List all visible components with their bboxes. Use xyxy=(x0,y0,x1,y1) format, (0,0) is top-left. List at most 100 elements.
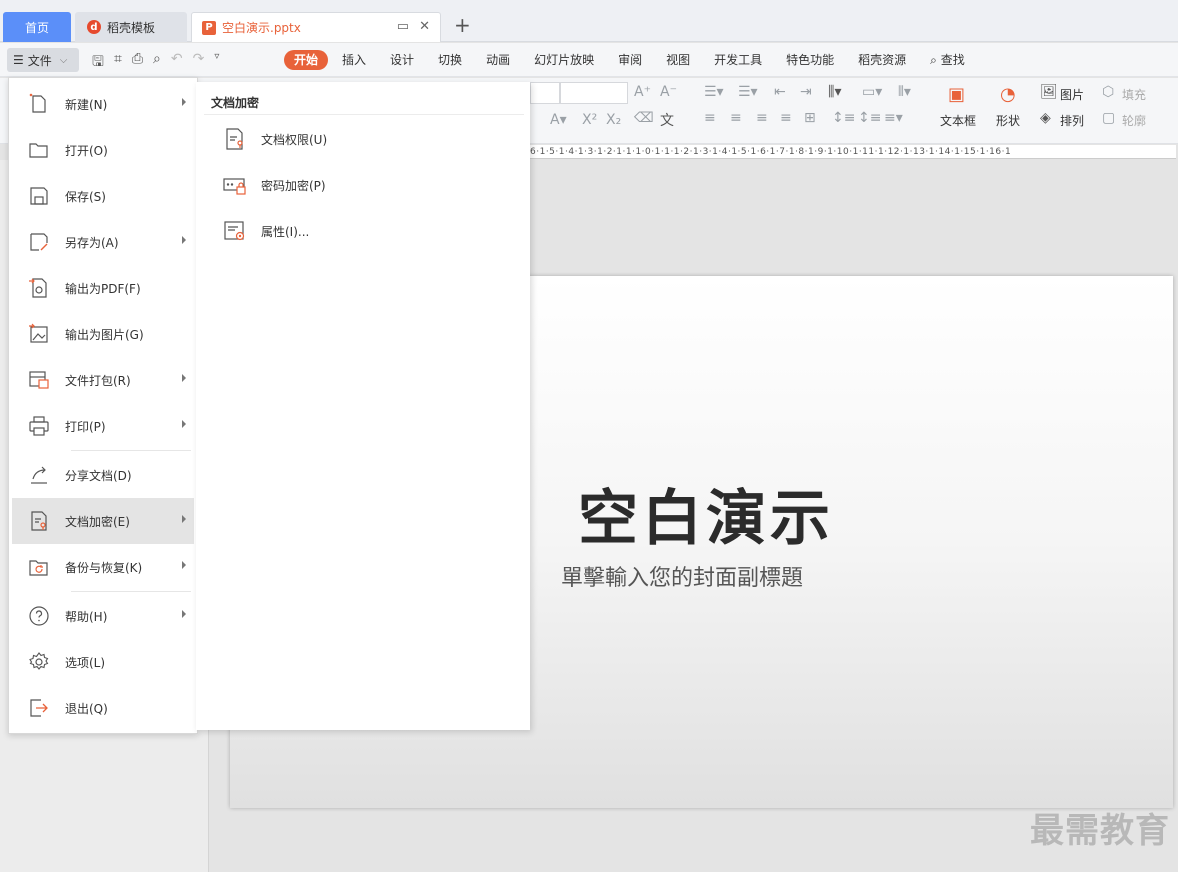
file-menu-new[interactable]: 新建(N) xyxy=(12,81,194,127)
menu-developer[interactable]: 开发工具 xyxy=(702,50,774,70)
file-menu-share[interactable]: 分享文档(D) xyxy=(12,452,194,498)
tab-template[interactable]: d 稻壳模板 xyxy=(75,12,187,42)
phonetic-icon[interactable]: 文 xyxy=(660,110,674,130)
font-name-select[interactable] xyxy=(530,82,560,104)
menu-animation[interactable]: 动画 xyxy=(474,50,522,70)
settings-icon xyxy=(27,650,51,674)
align-right-icon[interactable]: ≡ xyxy=(756,110,768,126)
file-menu-label: 文件 xyxy=(27,53,52,68)
tab-home[interactable]: 首页 xyxy=(3,12,71,42)
grow-font-icon[interactable]: A⁺ xyxy=(634,84,651,100)
menu-view[interactable]: 视图 xyxy=(654,50,702,70)
shape-label: 形状 xyxy=(996,114,1021,128)
file-menu-share-label: 分享文档(D) xyxy=(65,468,132,483)
justify-icon[interactable]: ≡ xyxy=(780,110,792,126)
slide-title[interactable]: 空白演示 xyxy=(578,470,834,557)
shrink-font-icon[interactable]: A⁻ xyxy=(660,84,677,100)
clear-format-icon[interactable]: ⌫ xyxy=(634,110,654,126)
menu-transition[interactable]: 切换 xyxy=(426,50,474,70)
superscript-icon[interactable]: X² xyxy=(582,112,597,128)
submenu-password-encrypt[interactable]: 密码加密(P) xyxy=(222,170,326,200)
float-window-icon[interactable]: ▭ xyxy=(397,19,409,34)
menu-start[interactable]: 开始 xyxy=(284,50,329,70)
submenu-properties-label: 属性(I)... xyxy=(261,224,310,239)
font-color-icon[interactable]: A▾ xyxy=(550,112,567,128)
columns-icon[interactable]: ⫼▾ xyxy=(828,84,841,100)
line-spacing-icon[interactable]: ↕≡ xyxy=(832,110,855,126)
file-menu-options[interactable]: 选项(L) xyxy=(12,639,194,685)
submenu-arrow-icon xyxy=(182,374,186,382)
file-menu-package[interactable]: 文件打包(R) xyxy=(12,357,194,403)
customize-icon[interactable]: ▿ xyxy=(214,51,219,75)
file-menu-export-pdf[interactable]: 输出为PDF(F) xyxy=(12,265,194,311)
file-menu-exit[interactable]: 退出(Q) xyxy=(12,685,194,731)
submenu-heading: 文档加密 xyxy=(211,96,260,110)
tab-document[interactable]: P 空白演示.pptx ▭ ✕ xyxy=(191,12,441,42)
arrange-icon: ◈ xyxy=(1040,110,1051,126)
save-icon[interactable]: 🖫 xyxy=(92,51,104,75)
menu-slideshow[interactable]: 幻灯片放映 xyxy=(522,50,606,70)
file-menu-encrypt[interactable]: 文档加密(E) xyxy=(12,498,194,544)
submenu-divider xyxy=(204,114,524,115)
paragraph-spacing-icon[interactable]: ↕≡ xyxy=(858,110,881,126)
slide-subtitle[interactable]: 單擊輸入您的封面副標題 xyxy=(561,560,803,592)
align-left-icon[interactable]: ≡ xyxy=(704,110,716,126)
format-painter-icon[interactable]: ⌗ xyxy=(114,51,122,75)
main-menu: 开始 插入 设计 切换 动画 幻灯片放映 审阅 视图 开发工具 特色功能 稻壳资… xyxy=(284,50,977,70)
file-menu-encrypt-label: 文档加密(E) xyxy=(65,514,130,529)
menu-features[interactable]: 特色功能 xyxy=(774,50,846,70)
numbered-list-icon[interactable]: ☰▾ xyxy=(738,84,758,100)
redo-icon[interactable]: ↷ xyxy=(193,51,205,75)
subscript-icon[interactable]: X₂ xyxy=(606,112,621,128)
undo-icon[interactable]: ↶ xyxy=(171,51,183,75)
font-size-select[interactable] xyxy=(560,82,628,104)
ppt-file-icon: P xyxy=(202,20,216,35)
file-menu-help[interactable]: 帮助(H) xyxy=(12,593,194,639)
menu-search-label: 查找 xyxy=(940,53,965,67)
menu-docer-resources[interactable]: 稻壳资源 xyxy=(846,50,918,70)
file-menu-export-pdf-label: 输出为PDF(F) xyxy=(65,281,141,296)
align-center-icon[interactable]: ≡ xyxy=(730,110,742,126)
menu-search[interactable]: ⌕ 查找 xyxy=(918,50,977,70)
bullet-list-icon[interactable]: ☰▾ xyxy=(704,84,724,100)
submenu-arrow-icon xyxy=(182,98,186,106)
menu-design[interactable]: 设计 xyxy=(378,50,426,70)
file-menu-export-image-label: 输出为图片(G) xyxy=(65,327,144,342)
file-menu-button[interactable]: ☰ 文件 ⌵ xyxy=(7,48,79,72)
submenu-doc-permission[interactable]: 文档权限(U) xyxy=(222,124,327,154)
file-menu-open[interactable]: 打开(O) xyxy=(12,127,194,173)
file-menu-print[interactable]: 打印(P) xyxy=(12,403,194,449)
file-menu-backup[interactable]: 备份与恢复(K) xyxy=(12,544,194,590)
text-direction-icon[interactable]: ▭▾ xyxy=(862,84,882,100)
watermark: 最需教育 xyxy=(1030,811,1170,851)
paragraph-settings-icon[interactable]: ≡▾ xyxy=(884,110,903,126)
doc-permission-icon xyxy=(222,126,248,152)
file-menu-backup-label: 备份与恢复(K) xyxy=(65,560,143,575)
export-image-icon xyxy=(27,322,51,346)
submenu-arrow-icon xyxy=(182,420,186,428)
new-tab-button[interactable]: + xyxy=(454,14,471,36)
file-menu-print-label: 打印(P) xyxy=(65,419,106,434)
print-preview-icon[interactable]: ⌕ xyxy=(153,51,161,75)
new-file-icon xyxy=(27,92,51,116)
exit-icon xyxy=(27,696,51,720)
distribute-icon[interactable]: ⊞ xyxy=(804,110,816,126)
align-text-icon[interactable]: ⫴▾ xyxy=(898,84,911,100)
file-menu-save-label: 保存(S) xyxy=(65,189,106,204)
file-menu-export-image[interactable]: 输出为图片(G) xyxy=(12,311,194,357)
menu-review[interactable]: 审阅 xyxy=(606,50,654,70)
submenu-arrow-icon xyxy=(182,515,186,523)
increase-indent-icon[interactable]: ⇥ xyxy=(800,84,812,100)
encrypt-icon xyxy=(27,509,51,533)
horizontal-ruler[interactable]: 6·1·5·1·4·1·3·1·2·1·1·1·0·1·1·1·2·1·3·1·… xyxy=(530,145,1176,159)
close-tab-icon[interactable]: ✕ xyxy=(419,19,430,34)
file-menu-save-as-label: 另存为(A) xyxy=(65,235,119,250)
fill-label: 填充 xyxy=(1122,88,1147,102)
backup-icon xyxy=(27,555,51,579)
file-menu-save[interactable]: 保存(S) xyxy=(12,173,194,219)
file-menu-save-as[interactable]: 另存为(A) xyxy=(12,219,194,265)
print-icon[interactable]: ⎙ xyxy=(132,51,143,75)
submenu-properties[interactable]: 属性(I)... xyxy=(222,216,309,246)
menu-insert[interactable]: 插入 xyxy=(330,50,378,70)
decrease-indent-icon[interactable]: ⇤ xyxy=(774,84,786,100)
